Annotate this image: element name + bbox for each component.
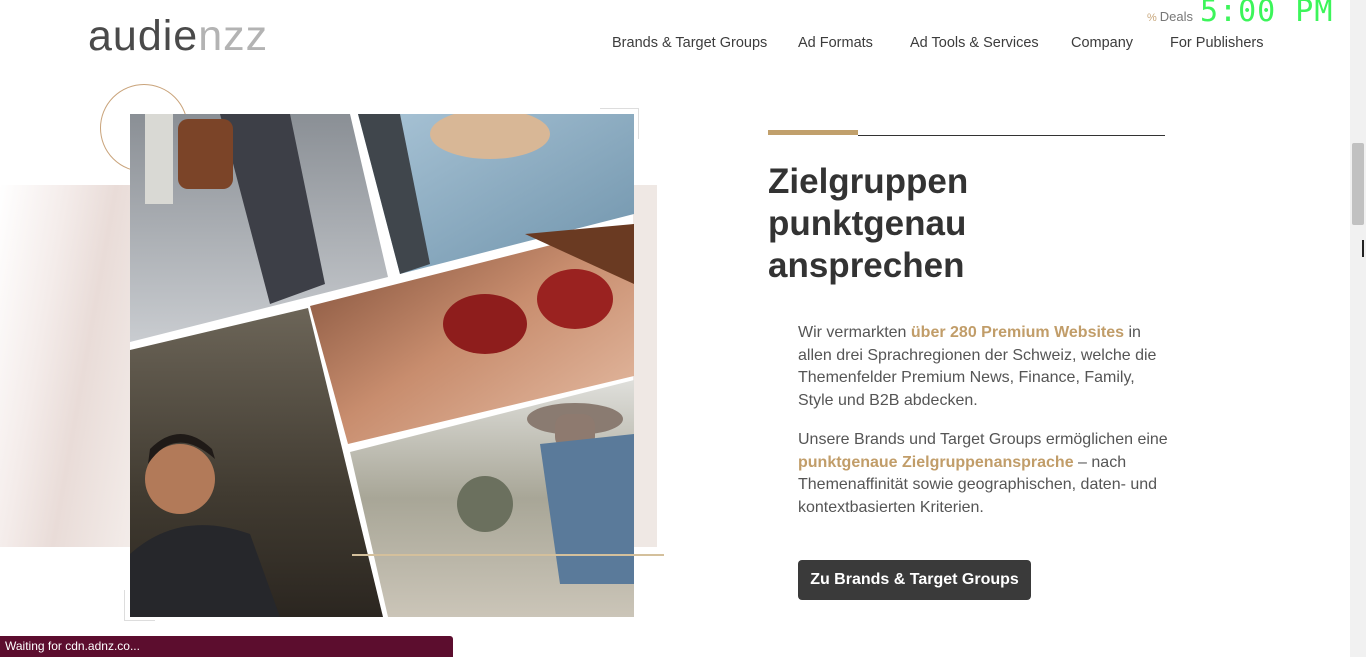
- decorative-gold-line: [352, 554, 664, 556]
- headline-line: punktgenau: [768, 204, 967, 243]
- headline-rule-accent: [768, 130, 858, 135]
- deals-link[interactable]: % Deals: [1147, 9, 1193, 24]
- browser-status-bar: Waiting for cdn.adnz.co...: [0, 636, 453, 657]
- headline-line: ansprechen: [768, 246, 965, 285]
- paragraph-text: Wir vermarkten: [798, 324, 911, 341]
- nav-ad-formats[interactable]: Ad Formats: [798, 35, 873, 51]
- scrollbar-thumb[interactable]: [1352, 143, 1364, 225]
- audienzz-logo[interactable]: audienzz: [88, 12, 268, 60]
- people-photo-collage: [130, 114, 634, 617]
- page-scrollbar[interactable]: [1350, 0, 1366, 657]
- highlight-premium-websites: über 280 Premium Websites: [910, 324, 1125, 341]
- nav-brands-target-groups[interactable]: Brands & Target Groups: [612, 35, 767, 51]
- nav-for-publishers[interactable]: For Publishers: [1170, 35, 1263, 51]
- collage-background-left: [0, 185, 130, 547]
- intro-paragraph: Wir vermarkten über 280 Premium Websites…: [798, 322, 1170, 412]
- deals-label: Deals: [1159, 9, 1194, 24]
- nav-ad-tools-services[interactable]: Ad Tools & Services: [910, 35, 1039, 51]
- clock-overlay: 5:00 PM: [1200, 0, 1334, 29]
- collage-background-right: [633, 185, 657, 547]
- logo-text-light: nzz: [198, 12, 269, 60]
- targeting-paragraph: Unsere Brands und Target Groups ermöglic…: [798, 429, 1170, 519]
- section-headline: Zielgruppen punktgenau ansprechen: [768, 161, 1098, 287]
- percent-icon: %: [1147, 12, 1157, 24]
- logo-text-dark: audie: [88, 12, 199, 60]
- brands-target-groups-button[interactable]: Zu Brands & Target Groups: [798, 560, 1031, 600]
- headline-line: Zielgruppen: [768, 162, 969, 201]
- headline-rule: [858, 135, 1165, 136]
- nav-company[interactable]: Company: [1071, 35, 1133, 51]
- highlight-targeting: punktgenaue Zielgruppenansprache: [798, 453, 1074, 471]
- text-cursor: [1362, 240, 1364, 257]
- paragraph-text: Unsere Brands und Target Groups ermöglic…: [798, 431, 1168, 448]
- site-header: audienzz % Deals 5:00 PM Brands & Target …: [0, 0, 1350, 78]
